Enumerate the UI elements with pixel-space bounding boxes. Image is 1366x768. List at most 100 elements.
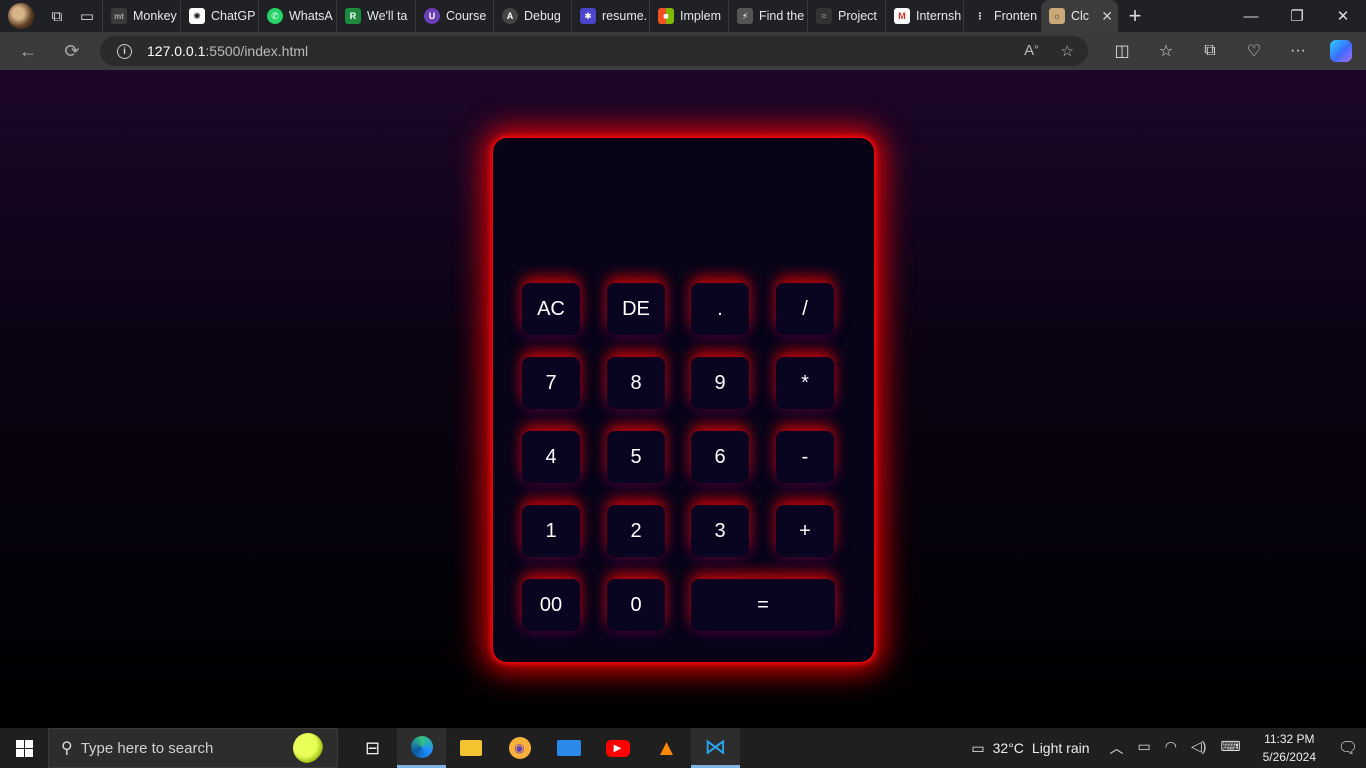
calculator-favicon-icon: ☼ xyxy=(1049,8,1065,24)
profile-avatar[interactable] xyxy=(8,3,34,29)
tab-whatsapp[interactable]: ✆ WhatsA xyxy=(258,0,336,32)
key-equals-button[interactable]: = xyxy=(691,579,835,631)
wifi-icon[interactable]: ◠ xyxy=(1165,738,1177,758)
browser-toolbar: ← ⟳ i 127.0.0.1:5500/index.html A» ☆ ◫ ☆… xyxy=(0,32,1366,70)
tab-actions-icon[interactable]: ▭ xyxy=(72,0,102,32)
keyboard-icon[interactable]: ⌨ xyxy=(1220,738,1240,758)
close-tab-icon[interactable]: ✕ xyxy=(1101,8,1113,25)
weather-widget[interactable]: ▭ 32°C Light rain xyxy=(971,740,1089,757)
clock-time: 11:32 PM xyxy=(1264,732,1315,746)
key-8-button[interactable]: 8 xyxy=(607,357,665,409)
minimize-icon[interactable]: — xyxy=(1228,0,1274,32)
favorite-star-icon[interactable]: ☆ xyxy=(1061,42,1074,60)
tab-label: ChatGP xyxy=(211,9,256,23)
gmail-favicon-icon: M xyxy=(894,8,910,24)
key-ac-button[interactable]: AC xyxy=(522,283,580,335)
site-info-icon[interactable]: i xyxy=(117,43,132,59)
key-9-button[interactable]: 9 xyxy=(691,357,749,409)
tab-label: Clc xyxy=(1071,9,1090,23)
windows-logo-icon xyxy=(15,739,33,757)
back-button[interactable]: ← xyxy=(6,41,50,62)
tab-internship[interactable]: M Internsh xyxy=(885,0,963,32)
split-screen-icon[interactable]: ◫ xyxy=(1100,41,1144,61)
key-subtract-button[interactable]: - xyxy=(776,431,834,483)
key-divide-button[interactable]: / xyxy=(776,283,834,335)
edge-taskbar-icon[interactable] xyxy=(397,728,446,768)
tab-chatgpt[interactable]: ✺ ChatGP xyxy=(180,0,258,32)
weather-desc: Light rain xyxy=(1031,740,1090,756)
key-6-button[interactable]: 6 xyxy=(691,431,749,483)
key-4-button[interactable]: 4 xyxy=(522,431,580,483)
browser-essentials-icon[interactable]: ♡ xyxy=(1232,41,1276,61)
url-path: :5500/index.html xyxy=(205,43,309,59)
tab-calculator-active[interactable]: ☼ Clc ✕ xyxy=(1041,0,1118,32)
url-host: 127.0.0.1 xyxy=(147,43,206,59)
udemy-favicon-icon: U xyxy=(424,8,440,24)
vscode-icon[interactable]: ⋈ xyxy=(691,728,740,768)
copilot-icon[interactable] xyxy=(1330,40,1352,62)
collections-icon[interactable]: ⧉ xyxy=(1188,42,1232,60)
tab-debug[interactable]: A Debug xyxy=(493,0,571,32)
clock-date: 5/26/2024 xyxy=(1262,750,1316,764)
battery-icon[interactable]: ▭ xyxy=(1138,738,1151,758)
key-1-button[interactable]: 1 xyxy=(522,505,580,557)
whatsapp-favicon-icon: ✆ xyxy=(267,8,283,24)
vlc-icon[interactable]: ▲ xyxy=(642,728,691,768)
key-add-button[interactable]: + xyxy=(776,505,834,557)
close-window-icon[interactable]: ✕ xyxy=(1320,0,1366,32)
favorites-icon[interactable]: ☆ xyxy=(1144,41,1188,61)
key-5-button[interactable]: 5 xyxy=(607,431,665,483)
microsoft-favicon-icon: ■ xyxy=(658,8,674,24)
tab-implement[interactable]: ■ Implem xyxy=(649,0,728,32)
tab-resume[interactable]: ✱ resume. xyxy=(571,0,649,32)
key-00-button[interactable]: 00 xyxy=(522,579,580,631)
mail-icon[interactable] xyxy=(544,728,593,768)
tab-label: Find the xyxy=(759,9,805,23)
tab-frontend[interactable]: ⋮ Fronten xyxy=(963,0,1041,32)
address-bar[interactable]: i 127.0.0.1:5500/index.html A» ☆ xyxy=(100,36,1088,66)
frontend-favicon-icon: ⋮ xyxy=(972,8,988,24)
resume-favicon-icon: ✱ xyxy=(580,8,596,24)
start-button[interactable] xyxy=(0,728,48,768)
brave-browser-icon[interactable]: ◉ xyxy=(495,728,544,768)
file-explorer-icon[interactable] xyxy=(446,728,495,768)
tab-label: Implem xyxy=(680,9,721,23)
monkeytype-favicon-icon: mt xyxy=(111,8,127,24)
tab-label: WhatsA xyxy=(289,9,333,23)
key-multiply-button[interactable]: * xyxy=(776,357,834,409)
tab-find-the[interactable]: ⚡ Find the xyxy=(728,0,807,32)
page-viewport: AC DE . / 7 8 9 * 4 5 6 - 1 2 3 + 00 0 = xyxy=(0,70,1366,728)
key-decimal-button[interactable]: . xyxy=(691,283,749,335)
volume-icon[interactable]: ◁) xyxy=(1191,738,1206,758)
search-highlight-icon[interactable] xyxy=(293,733,323,763)
read-aloud-icon[interactable]: A» xyxy=(1024,42,1038,60)
key-3-button[interactable]: 3 xyxy=(691,505,749,557)
taskbar-clock[interactable]: 11:32 PM 5/26/2024 xyxy=(1263,730,1316,766)
new-tab-button[interactable]: + xyxy=(1118,3,1152,29)
browser-tab-bar: ⧉ ▭ mt Monkey ✺ ChatGP ✆ WhatsA R We'll … xyxy=(0,0,1366,32)
tab-monkeytype[interactable]: mt Monkey xyxy=(102,0,180,32)
taskbar-search-box[interactable]: ⚲ Type here to search xyxy=(48,728,338,768)
tab-project[interactable]: ≈ Project xyxy=(807,0,885,32)
restore-icon[interactable]: ❐ xyxy=(1274,0,1320,32)
tab-well-talk[interactable]: R We'll ta xyxy=(336,0,415,32)
debug-favicon-icon: A xyxy=(502,8,518,24)
task-view-icon[interactable]: ⊟ xyxy=(348,728,397,768)
tab-label: Course xyxy=(446,9,487,23)
tab-label: Monkey xyxy=(133,9,177,23)
system-tray: ▭ 32°C Light rain ︿ ▭ ◠ ◁) ⌨ 11:32 PM 5/… xyxy=(971,728,1366,768)
more-menu-icon[interactable]: ··· xyxy=(1276,42,1320,60)
refresh-button[interactable]: ⟳ xyxy=(50,41,94,62)
key-7-button[interactable]: 7 xyxy=(522,357,580,409)
notification-icon[interactable]: 🗨 xyxy=(1330,738,1366,758)
key-2-button[interactable]: 2 xyxy=(607,505,665,557)
key-de-button[interactable]: DE xyxy=(607,283,665,335)
tab-label: Project xyxy=(838,9,877,23)
show-hidden-icons-icon[interactable]: ︿ xyxy=(1110,738,1124,758)
youtube-icon[interactable]: ▶ xyxy=(593,728,642,768)
key-0-button[interactable]: 0 xyxy=(607,579,665,631)
tab-courses[interactable]: U Course xyxy=(415,0,493,32)
calculator-display[interactable] xyxy=(515,158,856,260)
workspaces-icon[interactable]: ⧉ xyxy=(42,0,72,32)
search-icon: ⚲ xyxy=(61,740,73,757)
